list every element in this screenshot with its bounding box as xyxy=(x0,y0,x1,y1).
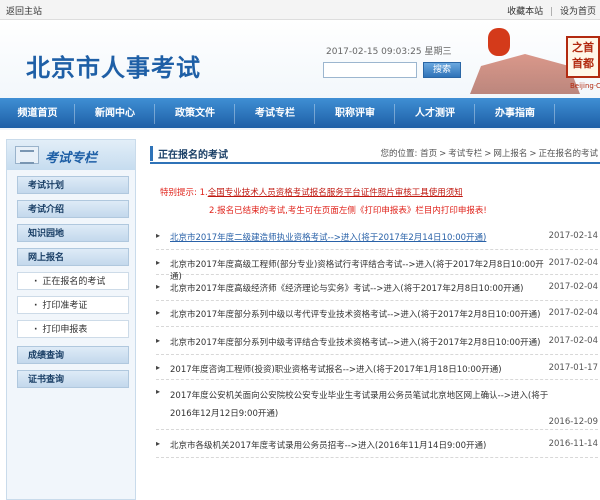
sidebar-item-2[interactable]: 知识园地 xyxy=(17,224,129,242)
breadcrumb-items: 首页 > 考试专栏 > 网上报名 > 正在报名的考试 xyxy=(420,149,598,159)
exam-list-item[interactable]: ▸ 2017年度咨询工程师(投资)职业资格考试报名-->进入(将于2017年1月1… xyxy=(156,358,598,380)
exam-title-link[interactable]: 北京市2017年度部分系列中级考评结合专业技术资格考试-->进入(将于2017年… xyxy=(156,331,598,348)
breadcrumb-item-0[interactable]: 首页 xyxy=(420,149,437,159)
header-decoration-image: 之首 首都 Beijing·China xyxy=(470,22,600,96)
main-content: 正在报名的考试 您的位置: 首页 > 考试专栏 > 网上报名 > 正在报名的考试 特别提示:… xyxy=(150,142,600,500)
exam-list-item[interactable]: ▸ 北京市2017年度部分系列中级考评结合专业技术资格考试-->进入(将于2017… xyxy=(156,331,598,355)
list-bullet-icon: ▸ xyxy=(156,363,161,372)
notice-line-1: 特别提示: 1.全国专业技术人员资格考试报名服务平台证件照片审核工具使用须知 xyxy=(160,184,487,202)
top-link-separator: | xyxy=(550,7,554,17)
exam-list-item[interactable]: ▸ 北京市2017年度高级工程师(部分专业)资格试行考评结合考试-->进入(将于2… xyxy=(156,253,598,282)
list-bullet-icon: ▸ xyxy=(156,231,161,240)
exam-list-item[interactable]: ▸ 北京市各级机关2017年度考试录用公务员招考-->进入(2016年11月14日… xyxy=(156,434,598,458)
exam-date: 2017-02-04 xyxy=(548,282,598,292)
exam-date: 2017-02-04 xyxy=(548,336,598,346)
breadcrumb-prefix: 您的位置: xyxy=(380,149,418,159)
sidebar: 考试专栏 考试计划考试介绍知识园地网上报名正在报名的考试打印准考证打印申报表成绩… xyxy=(6,139,136,500)
exam-title-link[interactable]: 2017年度咨询工程师(投资)职业资格考试报名-->进入(将于2017年1月18… xyxy=(156,358,598,375)
exam-date: 2016-12-09 xyxy=(548,417,598,427)
list-bullet-icon: ▸ xyxy=(156,308,161,317)
exam-list-item[interactable]: ▸ 北京市2017年度二级建造师执业资格考试-->进入(将于2017年2月14日1… xyxy=(156,226,598,250)
sidebar-item-0[interactable]: 考试计划 xyxy=(17,176,129,194)
breadcrumb-item-3[interactable]: 正在报名的考试 xyxy=(538,149,598,159)
sidebar-item-4[interactable]: 正在报名的考试 xyxy=(17,272,129,290)
list-bullet-icon: ▸ xyxy=(156,258,161,267)
lantern-icon xyxy=(488,28,510,56)
breadcrumb-separator: > xyxy=(484,149,492,159)
photo-review-tool-link[interactable]: 全国专业技术人员资格考试报名服务平台证件照片审核工具使用须知 xyxy=(208,188,463,198)
current-datetime: 2017-02-15 09:03:25 星期三 xyxy=(326,47,452,57)
capital-seal: 之首 首都 xyxy=(566,36,600,78)
exam-list-item[interactable]: ▸ 2017年度公安机关面向公安院校公安专业毕业生考试录用公务员笔试北京地区网上确… xyxy=(156,382,598,430)
list-bullet-icon: ▸ xyxy=(156,282,161,291)
exam-list-item[interactable]: ▸ 北京市2017年度部分系列中级以考代评专业技术资格考试-->进入(将于2017… xyxy=(156,303,598,327)
book-icon xyxy=(15,146,39,164)
nav-item-6[interactable]: 办事指南 xyxy=(475,98,555,128)
exam-title-link[interactable]: 北京市2017年度二级建造师执业资格考试-->进入(将于2017年2月14日10… xyxy=(156,226,598,243)
nav-item-0[interactable]: 频道首页 xyxy=(0,98,75,128)
seal-caption: Beijing·China xyxy=(570,82,600,90)
sidebar-item-3[interactable]: 网上报名 xyxy=(17,248,129,266)
notice-label: 特别提示: xyxy=(160,188,197,198)
exam-title-link[interactable]: 北京市2017年度部分系列中级以考代评专业技术资格考试-->进入(将于2017年… xyxy=(156,303,598,320)
set-homepage-link[interactable]: 设为首页 xyxy=(560,7,596,17)
exam-date: 2017-02-14 xyxy=(548,231,598,241)
list-bullet-icon: ▸ xyxy=(156,387,161,396)
sidebar-item-8[interactable]: 证书查询 xyxy=(17,370,129,388)
site-title[interactable]: 北京市人事考试 xyxy=(26,48,201,83)
nav-item-2[interactable]: 政策文件 xyxy=(155,98,235,128)
sidebar-item-5[interactable]: 打印准考证 xyxy=(17,296,129,314)
list-bullet-icon: ▸ xyxy=(156,439,161,448)
sidebar-item-1[interactable]: 考试介绍 xyxy=(17,200,129,218)
list-bullet-icon: ▸ xyxy=(156,336,161,345)
notice-line-2: 2.报名已结束的考试,考生可在页面左侧《打印申报表》栏目内打印申报表! xyxy=(209,206,487,216)
top-bar: 返回主站 收藏本站 | 设为首页 xyxy=(0,0,600,20)
exam-title-link[interactable]: 2017年度公安机关面向公安院校公安专业毕业生考试录用公务员笔试北京地区网上确认… xyxy=(156,382,598,423)
special-notice: 特别提示: 1.全国专业技术人员资格考试报名服务平台证件照片审核工具使用须知 2… xyxy=(160,184,487,220)
bookmark-link[interactable]: 收藏本站 xyxy=(507,7,543,17)
nav-item-5[interactable]: 人才测评 xyxy=(395,98,475,128)
exam-title-link[interactable]: 北京市2017年度高级经济师《经济理论与实务》考试-->进入(将于2017年2月… xyxy=(156,277,598,294)
search-button[interactable]: 搜索 xyxy=(423,62,461,78)
search-input[interactable] xyxy=(323,62,417,78)
site-header: 北京市人事考试 2017-02-15 09:03:25 星期三 搜索 之首 首都… xyxy=(0,20,600,98)
sidebar-menu: 考试计划考试介绍知识园地网上报名正在报名的考试打印准考证打印申报表成绩查询证书查… xyxy=(7,170,135,388)
exam-list-item[interactable]: ▸ 北京市2017年度高级经济师《经济理论与实务》考试-->进入(将于2017年2… xyxy=(156,277,598,301)
gate-tower-icon xyxy=(470,54,580,94)
nav-item-4[interactable]: 职称评审 xyxy=(315,98,395,128)
exam-date: 2017-01-17 xyxy=(548,363,598,373)
breadcrumb-item-2[interactable]: 网上报名 xyxy=(493,149,527,159)
section-header: 正在报名的考试 您的位置: 首页 > 考试专栏 > 网上报名 > 正在报名的考试 xyxy=(150,142,600,164)
breadcrumb-item-1[interactable]: 考试专栏 xyxy=(448,149,482,159)
sidebar-item-6[interactable]: 打印申报表 xyxy=(17,320,129,338)
exam-date: 2017-02-04 xyxy=(548,258,598,268)
exam-date: 2017-02-04 xyxy=(548,308,598,318)
exam-list: ▸ 北京市2017年度二级建造师执业资格考试-->进入(将于2017年2月14日1… xyxy=(156,226,598,458)
sidebar-header: 考试专栏 xyxy=(7,140,135,170)
sidebar-item-7[interactable]: 成绩查询 xyxy=(17,346,129,364)
main-nav: 频道首页 新闻中心 政策文件 考试专栏 职称评审 人才测评 办事指南 xyxy=(0,98,600,130)
exam-title-link[interactable]: 北京市各级机关2017年度考试录用公务员招考-->进入(2016年11月14日9… xyxy=(156,434,598,451)
section-title: 正在报名的考试 xyxy=(150,146,228,161)
nav-item-3[interactable]: 考试专栏 xyxy=(235,98,315,128)
back-to-main-site-link[interactable]: 返回主站 xyxy=(6,4,42,17)
sidebar-title: 考试专栏 xyxy=(45,151,98,166)
breadcrumb: 您的位置: 首页 > 考试专栏 > 网上报名 > 正在报名的考试 xyxy=(380,147,598,159)
top-right-links: 收藏本站 | 设为首页 xyxy=(503,4,596,17)
nav-item-1[interactable]: 新闻中心 xyxy=(75,98,155,128)
notice-line-1-prefix: 1. xyxy=(199,188,208,198)
exam-date: 2016-11-14 xyxy=(548,439,598,449)
breadcrumb-separator: > xyxy=(529,149,537,159)
breadcrumb-separator: > xyxy=(439,149,447,159)
nav-list: 频道首页 新闻中心 政策文件 考试专栏 职称评审 人才测评 办事指南 xyxy=(0,98,600,128)
